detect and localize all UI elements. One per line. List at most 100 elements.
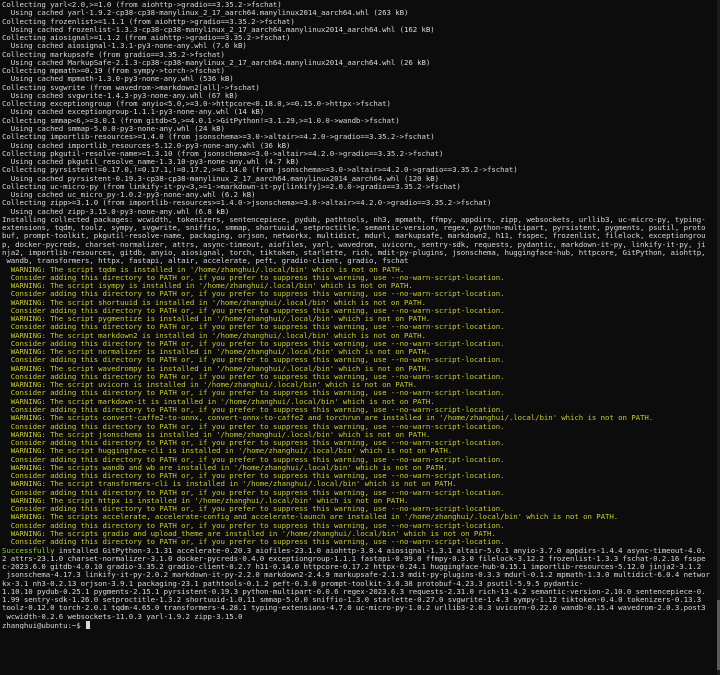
output-text: Collecting exceptiongroup (from anyio<5.… <box>2 100 391 109</box>
output-text: Using cached uc_micro_py-1.0.2-py3-none-… <box>2 191 256 200</box>
output-line: Using cached zipp-3.15.0-py3-none-any.wh… <box>2 208 719 216</box>
output-line: buf, prompt-toolkit, pkgutil-resolve-nam… <box>2 232 719 240</box>
output-text: Collecting markupsafe (from gradio==3.35… <box>2 50 225 59</box>
warning-line: Consider adding this directory to PATH o… <box>2 290 719 298</box>
warning-line: Consider adding this directory to PATH o… <box>2 538 719 546</box>
output-line: Using cached frozenlist-1.3.3-cp38-cp38-… <box>2 26 719 34</box>
output-text: wandb, transformers, httpx, fastapi, alt… <box>2 257 409 266</box>
warning-text: WARNING: The script uvicorn is installed… <box>2 381 418 390</box>
warning-text: Consider adding this directory to PATH o… <box>2 290 505 299</box>
shell-prompt[interactable]: zhanghui@ubuntu:~$ <box>2 620 719 629</box>
output-line: Using cached MarkupSafe-2.1.3-cp38-cp38-… <box>2 59 719 67</box>
output-text: Using cached smmap-5.0.0-py3-none-any.wh… <box>2 124 225 133</box>
output-line: 1.10.10 pydub-0.25.1 pygments-2.15.1 pyr… <box>2 588 719 596</box>
warning-line: Consider adding this directory to PATH o… <box>2 307 719 315</box>
warning-line: WARNING: The scripts convert-caffe2-to-o… <box>2 414 719 422</box>
output-text: nja2, importlib-resources, gitdb, anyio,… <box>2 248 706 257</box>
warning-line: WARNING: The script httpx is installed i… <box>2 497 719 505</box>
output-line: Collecting aiosignal>=1.1.2 (from aiohtt… <box>2 34 719 42</box>
terminal-window[interactable]: Collecting yarl<2.0,>=1.0 (from aiohttp-… <box>0 0 720 675</box>
output-text: Collecting pyrsistent!=0.17.0,!=0.17.1,!… <box>2 166 518 175</box>
warning-line: WARNING: The script normalizer is instal… <box>2 348 719 356</box>
output-line: Collecting smmap<6,>=3.0.1 (from gitdb<5… <box>2 117 719 125</box>
output-line: 2 attrs-23.1.0 charset-normalizer-3.1.0 … <box>2 555 719 563</box>
output-line: p, docker-pycreds, charset-normalizer, a… <box>2 241 719 249</box>
warning-text: WARNING: The script markdown2 is install… <box>2 331 426 340</box>
output-line: Collecting svgwrite (from wavedrom->mark… <box>2 84 719 92</box>
output-line: Collecting exceptiongroup (from anyio<5.… <box>2 100 719 108</box>
output-text: p, docker-pycreds, charset-normalizer, a… <box>2 240 706 249</box>
output-line: Collecting markupsafe (from gradio==3.35… <box>2 51 719 59</box>
warning-line: Consider adding this directory to PATH o… <box>2 505 719 513</box>
output-text: Collecting aiosignal>=1.1.2 (from aiohtt… <box>2 34 291 43</box>
warning-line: Consider adding this directory to PATH o… <box>2 489 719 497</box>
output-line: jsonschema-4.17.3 linkify-it-py-2.0.2 ma… <box>2 571 719 579</box>
output-line: wandb, transformers, httpx, fastapi, alt… <box>2 257 719 265</box>
output-line: wcwidth-0.2.6 websockets-11.0.3 yarl-1.9… <box>2 613 719 621</box>
warning-text: WARNING: The script wavedrompy is instal… <box>2 364 431 373</box>
warning-line: WARNING: The script transformers-cli is … <box>2 480 719 488</box>
warning-line: Consider adding this directory to PATH o… <box>2 472 719 480</box>
terminal-output: Collecting yarl<2.0,>=1.0 (from aiohttp-… <box>2 1 719 629</box>
output-text: 1.99 sentry-sdk-1.26.0 setproctitle-1.3.… <box>2 596 702 605</box>
warning-text: Consider adding this directory to PATH o… <box>2 306 505 315</box>
output-text: Collecting mpmath>=0.19 (from sympy->tor… <box>2 67 225 76</box>
warning-text: WARNING: The script pygmentize is instal… <box>2 315 431 324</box>
warning-text: WARNING: The script jsonschema is instal… <box>2 430 431 439</box>
output-text: Using cached aiosignal-1.3.1-py3-none-an… <box>2 42 247 51</box>
warning-text: Consider adding this directory to PATH o… <box>2 273 505 282</box>
output-text: 1.10.10 pydub-0.25.1 pygments-2.15.1 pyr… <box>2 587 706 596</box>
output-line: c-2023.6.0 gitdb-4.0.10 gradio-3.35.2 gr… <box>2 563 719 571</box>
warning-text: WARNING: The scripts wandb and wb are in… <box>2 463 448 472</box>
output-text: Collecting uc-micro-py (from linkify-it-… <box>2 182 461 191</box>
warning-text: WARNING: The script normalizer is instal… <box>2 348 431 357</box>
warning-line: Consider adding this directory to PATH o… <box>2 439 719 447</box>
output-text: Using cached pkgutil_resolve_name-1.3.10… <box>2 158 300 167</box>
warning-text: Consider adding this directory to PATH o… <box>2 339 505 348</box>
output-text: Collecting smmap<6,>=3.0.1 (from gitdb<5… <box>2 116 400 125</box>
output-line: Collecting yarl<2.0,>=1.0 (from aiohttp-… <box>2 1 719 9</box>
output-text: Using cached yarl-1.9.2-cp38-cp38-manyli… <box>2 9 409 18</box>
success-line: Successfully installed GitPython-3.1.31 … <box>2 547 719 555</box>
output-text: Installing collected packages: wcwidth, … <box>2 215 706 224</box>
output-text: c-2023.6.0 gitdb-4.0.10 gradio-3.35.2 gr… <box>2 563 702 572</box>
warning-text: WARNING: The scripts accelerate, acceler… <box>2 513 619 522</box>
warning-text: Consider adding this directory to PATH o… <box>2 372 505 381</box>
output-line: Using cached yarl-1.9.2-cp38-cp38-manyli… <box>2 9 719 17</box>
output-text: extensions, tqdm, toolz, sympy, svgwrite… <box>2 224 706 233</box>
output-text: jsonschema-4.17.3 linkify-it-py-2.0.2 ma… <box>2 571 710 580</box>
output-text: kx-3.1 nh3-0.2.13 orjson-3.9.1 packaging… <box>2 579 584 588</box>
output-text: Using cached exceptiongroup-1.1.1-py3-no… <box>2 108 265 117</box>
output-text: Collecting svgwrite (from wavedrom->mark… <box>2 83 260 92</box>
warning-text: Consider adding this directory to PATH o… <box>2 439 505 448</box>
warning-text: WARNING: The script shortuuid is install… <box>2 298 426 307</box>
warning-line: Consider adding this directory to PATH o… <box>2 356 719 364</box>
output-line: Using cached aiosignal-1.3.1-py3-none-an… <box>2 42 719 50</box>
warning-text: Consider adding this directory to PATH o… <box>2 356 505 365</box>
warning-line: WARNING: The script huggingface-cli is i… <box>2 447 719 455</box>
success-keyword: Successfully <box>2 546 55 555</box>
warning-line: Consider adding this directory to PATH o… <box>2 423 719 431</box>
output-line: Collecting pyrsistent!=0.17.0,!=0.17.1,!… <box>2 166 719 174</box>
output-line: extensions, tqdm, toolz, sympy, svgwrite… <box>2 224 719 232</box>
cursor <box>86 620 91 629</box>
output-line: nja2, importlib-resources, gitdb, anyio,… <box>2 249 719 257</box>
warning-line: WARNING: The script tqdm is installed in… <box>2 266 719 274</box>
output-text: buf, prompt-toolkit, pkgutil-resolve-nam… <box>2 232 706 241</box>
output-text: Using cached zipp-3.15.0-py3-none-any.wh… <box>2 207 230 216</box>
output-line: Using cached uc_micro_py-1.0.2-py3-none-… <box>2 191 719 199</box>
warning-line: Consider adding this directory to PATH o… <box>2 323 719 331</box>
warning-text: WARNING: The script huggingface-cli is i… <box>2 447 453 456</box>
warning-line: WARNING: The scripts accelerate, acceler… <box>2 513 719 521</box>
warning-text: Consider adding this directory to PATH o… <box>2 472 505 481</box>
warning-line: WARNING: The script isympy is installed … <box>2 282 719 290</box>
warning-line: Consider adding this directory to PATH o… <box>2 406 719 414</box>
warning-line: WARNING: The scripts wandb and wb are in… <box>2 464 719 472</box>
output-line: Collecting mpmath>=0.19 (from sympy->tor… <box>2 67 719 75</box>
warning-text: Consider adding this directory to PATH o… <box>2 406 505 415</box>
output-text: Collecting yarl<2.0,>=1.0 (from aiohttp-… <box>2 1 282 9</box>
warning-line: WARNING: The script markdown-it is insta… <box>2 398 719 406</box>
warning-line: WARNING: The script shortuuid is install… <box>2 299 719 307</box>
output-line: 1.99 sentry-sdk-1.26.0 setproctitle-1.3.… <box>2 596 719 604</box>
output-line: Using cached svgwrite-1.4.3-py3-none-any… <box>2 92 719 100</box>
